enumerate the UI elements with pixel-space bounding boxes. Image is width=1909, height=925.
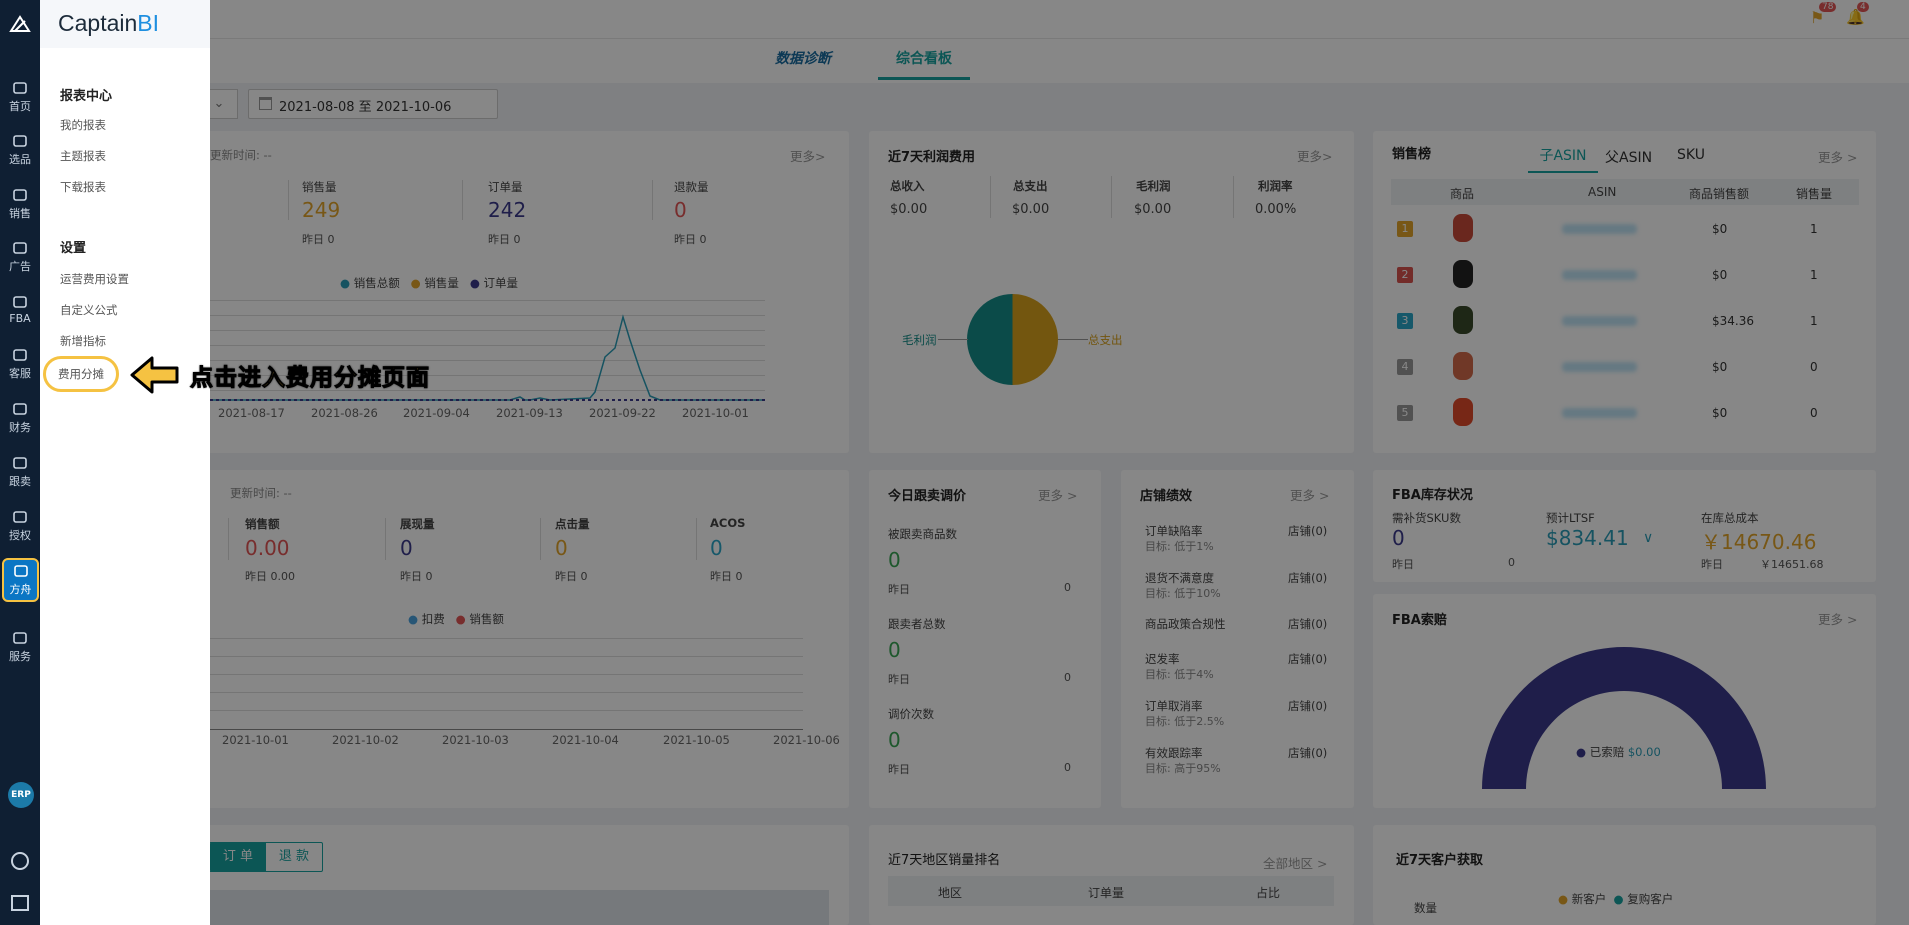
- rail-item-label: 客服: [9, 367, 31, 380]
- search-icon: [13, 135, 27, 147]
- tutorial-annotation: 点击进入费用分摊页面: [130, 355, 430, 395]
- rail-item-5[interactable]: 客服: [0, 347, 40, 381]
- settings-heading: 设置: [60, 241, 87, 256]
- rail-item-label: 方舟: [9, 583, 32, 596]
- flyout-menu: CaptainBI 报表中心 我的报表 主题报表 下载报表 设置 运营费用设置 …: [40, 0, 210, 925]
- rail-item-label: 销售: [9, 207, 31, 220]
- rail-item-2[interactable]: 销售: [0, 187, 40, 221]
- rail-item-7[interactable]: 跟卖: [0, 455, 40, 489]
- logo-icon: [9, 15, 31, 32]
- support-icon[interactable]: [11, 852, 29, 870]
- rail-item-6[interactable]: 财务: [0, 401, 40, 435]
- gift-icon[interactable]: [11, 895, 29, 911]
- rail-item-label: 首页: [9, 100, 31, 113]
- menu-theme-reports[interactable]: 主题报表: [60, 148, 106, 164]
- menu-cost-allocation[interactable]: 费用分摊: [43, 356, 119, 392]
- ark-icon: [13, 565, 28, 577]
- rail-item-label: 服务: [9, 650, 31, 663]
- brand-name-main: Captain: [58, 10, 138, 36]
- pie-icon: [13, 457, 27, 469]
- service-icon: [13, 632, 27, 644]
- reports-heading: 报表中心: [60, 89, 113, 104]
- warehouse-icon: [13, 296, 27, 308]
- trend-chart-icon: [13, 189, 27, 201]
- menu-my-reports[interactable]: 我的报表: [60, 117, 106, 133]
- rail-item-3[interactable]: 广告: [0, 240, 40, 274]
- rail-item-label: 授权: [9, 529, 31, 542]
- menu-operating-cost-settings[interactable]: 运营费用设置: [60, 271, 129, 287]
- menu-new-metric[interactable]: 新增指标: [60, 333, 106, 349]
- rail-item-0[interactable]: 首页: [0, 80, 40, 114]
- annotation-text: 点击进入费用分摊页面: [190, 365, 430, 392]
- home-icon: [13, 82, 27, 94]
- rail-item-1[interactable]: 选品: [0, 133, 40, 167]
- rail-item-label: 选品: [9, 153, 31, 166]
- ad-icon: [13, 242, 27, 254]
- rail-item-label: 财务: [9, 421, 31, 434]
- app-logo[interactable]: [0, 0, 40, 48]
- brand-logo[interactable]: CaptainBI: [40, 0, 210, 48]
- rail-item-10[interactable]: 服务: [0, 630, 40, 664]
- rail-item-8[interactable]: 授权: [0, 509, 40, 543]
- finance-icon: [13, 403, 27, 415]
- rail-item-4[interactable]: FBA: [0, 294, 40, 325]
- rail-item-label: FBA: [9, 312, 31, 325]
- shield-icon: [13, 511, 27, 523]
- erp-button[interactable]: ERP: [8, 782, 34, 808]
- left-rail: 首页选品销售广告 FBA 客服财务跟卖授权方舟服务 ERP: [0, 0, 40, 925]
- bar-chart-icon: [13, 349, 27, 361]
- brand-name-accent: BI: [137, 10, 160, 36]
- rail-item-label: 跟卖: [9, 475, 31, 488]
- menu-download-reports[interactable]: 下载报表: [60, 179, 106, 195]
- rail-item-9[interactable]: 方舟: [2, 558, 39, 602]
- modal-overlay[interactable]: [0, 0, 1909, 925]
- menu-custom-formula[interactable]: 自定义公式: [60, 302, 118, 318]
- arrow-left-icon: [130, 356, 179, 394]
- rail-item-label: 广告: [9, 260, 31, 273]
